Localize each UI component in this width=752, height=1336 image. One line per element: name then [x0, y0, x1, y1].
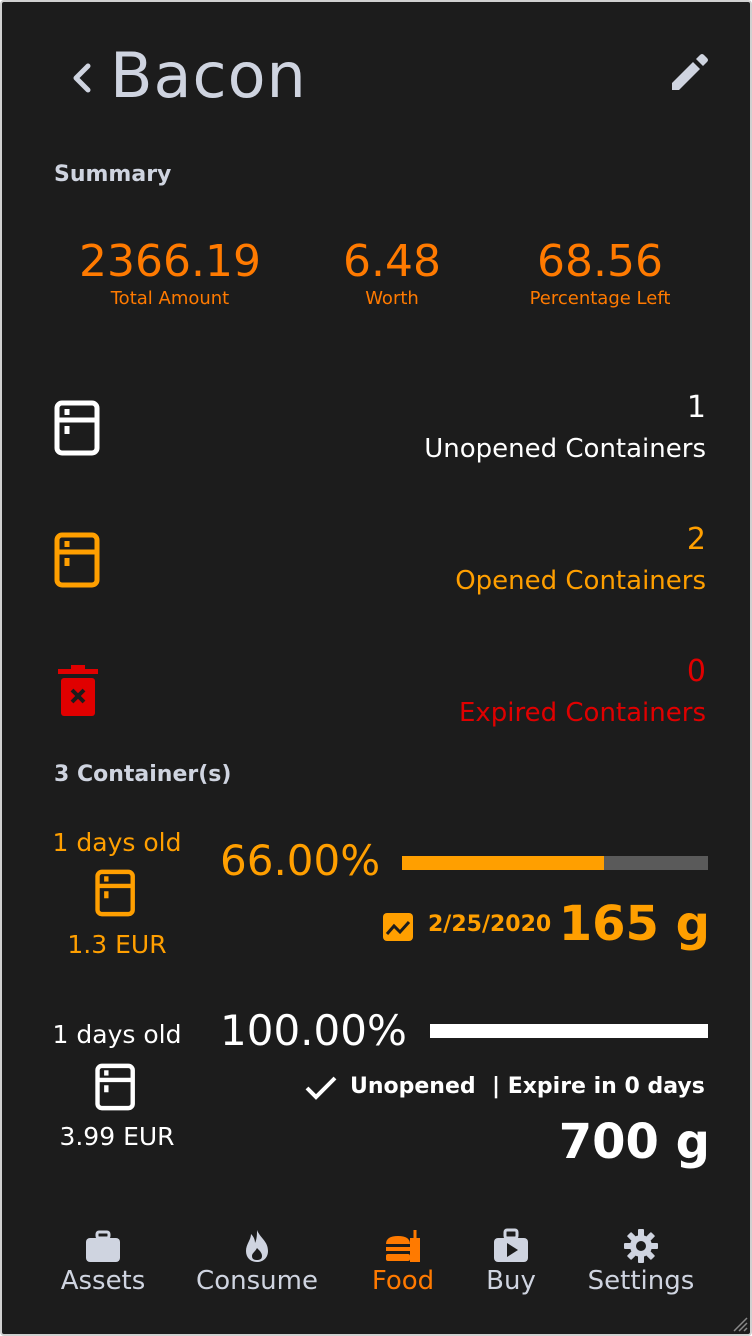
summary-worth: 6.48 Worth: [302, 236, 482, 309]
resize-grip-icon[interactable]: [730, 1314, 748, 1332]
opened-label: Opened Containers: [455, 566, 706, 596]
nav-settings[interactable]: Settings: [576, 1228, 706, 1296]
fridge-open-icon: [95, 869, 135, 917]
nav-consume[interactable]: Consume: [192, 1228, 322, 1296]
container-card-2[interactable]: 1 days old 3.99 EUR 100.00% Unopened | E…: [2, 1006, 750, 1180]
container-card-1[interactable]: 1 days old 1.3 EUR 66.00% 2/25/2020 165 …: [2, 820, 750, 970]
nav-buy-label: Buy: [486, 1266, 536, 1296]
container-price: 1.3 EUR: [67, 930, 167, 959]
nav-settings-label: Settings: [587, 1266, 695, 1296]
nav-buy[interactable]: Buy: [446, 1228, 576, 1296]
container-price: 3.99 EUR: [59, 1122, 175, 1151]
summary-percentage-left: 68.56 Percentage Left: [502, 236, 698, 309]
total-amount-caption: Total Amount: [110, 288, 230, 309]
briefcase-icon: [86, 1230, 120, 1262]
summary-label: Summary: [54, 162, 172, 187]
summary-total-amount: 2366.19 Total Amount: [60, 236, 280, 309]
opened-count: 2: [686, 522, 706, 557]
worth-value: 6.48: [343, 236, 441, 287]
edit-pencil-icon[interactable]: [666, 52, 710, 96]
shopping-bag-icon: [494, 1228, 528, 1262]
container-age: 1 days old: [52, 1020, 182, 1049]
calendar-date-icon: [383, 913, 413, 941]
percentage-left-caption: Percentage Left: [529, 288, 671, 309]
container-expire: | Expire in 0 days: [492, 1074, 705, 1099]
container-progress-fill: [402, 856, 604, 870]
food-icon: [386, 1230, 420, 1262]
trash-expired-icon: [58, 665, 98, 716]
container-progress-bar: [430, 1024, 708, 1038]
nav-consume-label: Consume: [196, 1266, 318, 1296]
container-status: Unopened: [350, 1074, 476, 1099]
nav-assets[interactable]: Assets: [38, 1228, 168, 1296]
fridge-icon: [95, 1063, 135, 1111]
fridge-open-icon: [54, 532, 100, 588]
container-percent: 66.00%: [220, 836, 381, 885]
app-screen: Bacon Summary 2366.19 Total Amount 6.48 …: [0, 0, 752, 1336]
percentage-left-value: 68.56: [537, 236, 663, 287]
back-chevron-icon[interactable]: [64, 50, 104, 106]
page-title: Bacon: [110, 39, 307, 112]
container-progress-bar: [402, 856, 708, 870]
fridge-icon: [54, 400, 100, 456]
expired-label: Expired Containers: [458, 698, 706, 728]
expired-count: 0: [686, 654, 706, 689]
unopened-count: 1: [686, 390, 706, 425]
container-progress-fill: [430, 1024, 708, 1038]
gear-icon: [624, 1229, 658, 1263]
container-date: 2/25/2020: [428, 912, 552, 937]
containers-count-label: 3 Container(s): [54, 762, 232, 787]
total-amount-value: 2366.19: [79, 236, 261, 287]
worth-caption: Worth: [365, 288, 419, 309]
unopened-label: Unopened Containers: [424, 434, 706, 464]
nav-assets-label: Assets: [60, 1266, 146, 1296]
container-weight: 165 g: [558, 896, 710, 952]
container-weight: 700 g: [558, 1114, 710, 1170]
container-age: 1 days old: [52, 828, 182, 857]
checkmark-icon: [305, 1076, 337, 1100]
flame-icon: [246, 1230, 268, 1262]
container-percent: 100.00%: [220, 1006, 407, 1055]
